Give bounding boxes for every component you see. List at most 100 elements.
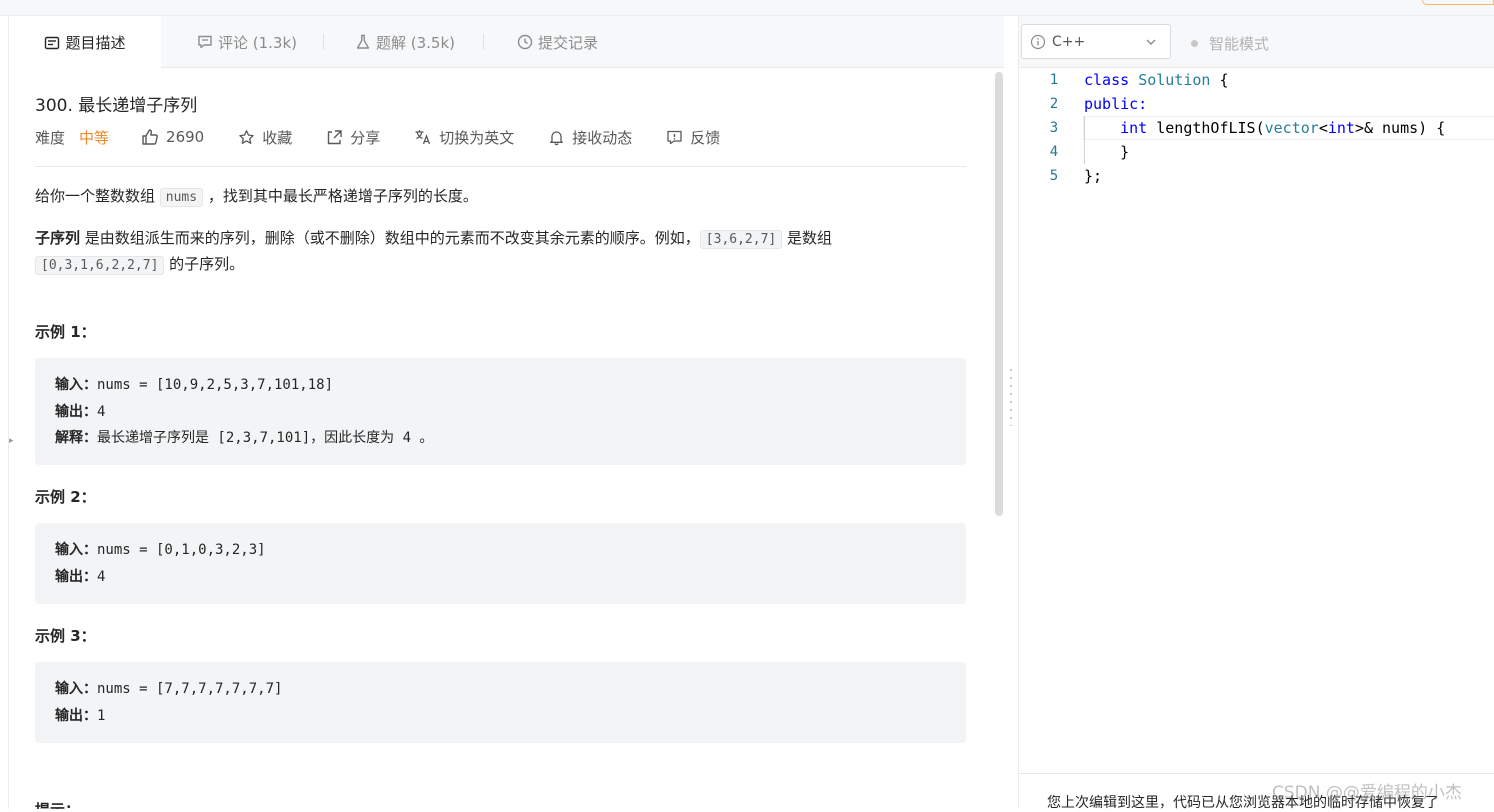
- code-token: vector: [1264, 119, 1319, 137]
- code-line[interactable]: 3 int lengthOfLIS(vector<int>& nums) {: [1019, 116, 1494, 140]
- code-token: class: [1084, 71, 1130, 89]
- star-icon: [239, 129, 254, 144]
- input-value: nums = [0,1,0,3,2,3]: [97, 542, 266, 558]
- code-token: lengthOfLIS(: [1147, 119, 1265, 137]
- difficulty-badge: 中等: [79, 128, 110, 147]
- line-number: 4: [1049, 144, 1059, 160]
- description-icon: [44, 35, 60, 51]
- like-button[interactable]: 2690: [141, 128, 204, 146]
- problem-content: 300. 最长递增子序列 难度 中等 2690 收藏 分享 切换为英文 接收动态…: [9, 69, 994, 809]
- input-value: nums = [10,9,2,5,3,7,101,18]: [97, 377, 334, 393]
- problem-scrollbar[interactable]: [995, 72, 1003, 516]
- text: 是由数组派生而来的序列，删除（或不删除）数组中的元素而不改变其余元素的顺序。例如…: [80, 229, 700, 247]
- example-1-block: 输入：nums = [10,9,2,5,3,7,101,18] 输出：4 解释：…: [35, 358, 966, 465]
- line-number: 2: [1049, 96, 1059, 112]
- subscribe-label: 接收动态: [572, 128, 633, 147]
- status-dot-icon: [1191, 40, 1198, 47]
- code-token: public:: [1084, 95, 1148, 113]
- top-strip: [0, 0, 1494, 16]
- editor-pane: C++ 智能模式 1 class Solution {2 public: 3 int …: [1018, 16, 1494, 811]
- output-label: 输出：: [55, 707, 97, 724]
- text: 的子序列。: [164, 255, 245, 273]
- line-number: 1: [1049, 72, 1059, 88]
- example-1-title: 示例 1：: [35, 323, 96, 341]
- comment-icon: [197, 34, 213, 50]
- example-3-block: 输入：nums = [7,7,7,7,7,7,7] 输出：1: [35, 662, 966, 743]
- smart-mode-label: 智能模式: [1209, 35, 1270, 53]
- tab-comments[interactable]: 评论 (1.3k): [197, 16, 297, 68]
- input-label: 输入：: [55, 377, 97, 393]
- watermark: CSDN @@爱编程的小杰: [1272, 783, 1462, 803]
- input-label: 输入：: [55, 542, 97, 558]
- collect-button[interactable]: 收藏: [238, 127, 292, 148]
- language-select[interactable]: C++: [1021, 24, 1171, 59]
- collect-label: 收藏: [262, 128, 293, 147]
- clock-icon: [517, 34, 533, 50]
- inline-code: [0,3,1,6,2,2,7]: [35, 256, 165, 275]
- output-label: 输出：: [55, 568, 97, 585]
- difficulty-label: 难度: [35, 128, 66, 147]
- text: 给你一个整数数组: [35, 187, 160, 205]
- top-right-button-edge[interactable]: [1422, 0, 1494, 5]
- switch-language-label: 切换为英文: [439, 128, 515, 147]
- tab-solutions[interactable]: 题解 (3.5k): [355, 16, 455, 68]
- tab-submissions-label: 提交记录: [538, 33, 599, 52]
- line-number: 3: [1049, 120, 1059, 136]
- translate-icon: [415, 130, 431, 145]
- flask-icon: [355, 34, 371, 50]
- code-line[interactable]: 1 class Solution {: [1019, 68, 1494, 92]
- tab-description[interactable]: 题目描述: [9, 16, 161, 69]
- explain-label: 解释：: [55, 430, 97, 446]
- code-token: >& nums) {: [1354, 119, 1446, 137]
- code-token: {: [1210, 71, 1229, 89]
- output-label: 输出：: [55, 403, 97, 420]
- line-number: 5: [1049, 168, 1059, 184]
- feedback-icon: [667, 130, 682, 144]
- subscribe-button[interactable]: 接收动态: [548, 127, 632, 148]
- tab-solutions-label: 题解 (3.5k): [376, 33, 456, 52]
- example-2-block: 输入：nums = [0,1,0,3,2,3] 输出：4: [35, 523, 966, 604]
- code-editor[interactable]: 1 class Solution {2 public: 3 int lengthOfL…: [1019, 68, 1494, 773]
- divider: [35, 166, 966, 167]
- tab-description-label: 题目描述: [65, 34, 126, 52]
- share-button[interactable]: 分享: [326, 127, 380, 148]
- output-value: 4: [97, 568, 106, 585]
- feedback-button[interactable]: 反馈: [666, 127, 720, 148]
- language-value: C++: [1052, 33, 1086, 50]
- output-value: 4: [97, 403, 106, 420]
- tab-separator: [323, 34, 324, 50]
- text: 是数组: [782, 229, 833, 247]
- output-value: 1: [97, 707, 106, 724]
- code-token: int: [1120, 119, 1148, 137]
- explain-value: 最长递增子序列是 [2,3,7,101]，因此长度为 4 。: [97, 430, 434, 446]
- input-value: nums = [7,7,7,7,7,7,7]: [97, 681, 283, 697]
- drag-handle-icon: [1010, 366, 1012, 426]
- tab-separator: [483, 34, 484, 50]
- tab-submissions[interactable]: 提交记录: [517, 16, 598, 68]
- code-token: };: [1084, 167, 1103, 185]
- bold-term: 子序列: [35, 229, 81, 247]
- share-label: 分享: [350, 128, 381, 147]
- share-icon: [328, 129, 342, 144]
- description-paragraph-2: 子序列 是由数组派生而来的序列，删除（或不删除）数组中的元素而不改变其余元素的顺…: [35, 226, 966, 278]
- code-text: };: [1084, 164, 1102, 188]
- code-line[interactable]: 5};: [1019, 164, 1494, 188]
- code-line[interactable]: 4 }: [1019, 140, 1494, 164]
- code-text: }: [1084, 140, 1129, 164]
- example-3-title: 示例 3：: [35, 627, 96, 645]
- text: ，找到其中最长严格递增子序列的长度。: [203, 187, 478, 205]
- editor-toolbar: C++ 智能模式: [1019, 16, 1494, 68]
- smart-mode-toggle[interactable]: 智能模式: [1191, 33, 1269, 54]
- code-text: public:: [1084, 92, 1147, 116]
- like-count: 2690: [166, 128, 205, 146]
- pane-splitter[interactable]: [1004, 16, 1018, 809]
- chevron-down-icon: [1146, 39, 1156, 45]
- code-token: }: [1084, 143, 1130, 161]
- code-text: int lengthOfLIS(vector<int>& nums) {: [1084, 116, 1445, 140]
- inline-code: nums: [159, 188, 204, 207]
- code-line[interactable]: 2 public:: [1019, 92, 1494, 116]
- switch-language-button[interactable]: 切换为英文: [414, 127, 514, 148]
- bell-icon: [550, 130, 564, 145]
- feedback-label: 反馈: [690, 128, 721, 147]
